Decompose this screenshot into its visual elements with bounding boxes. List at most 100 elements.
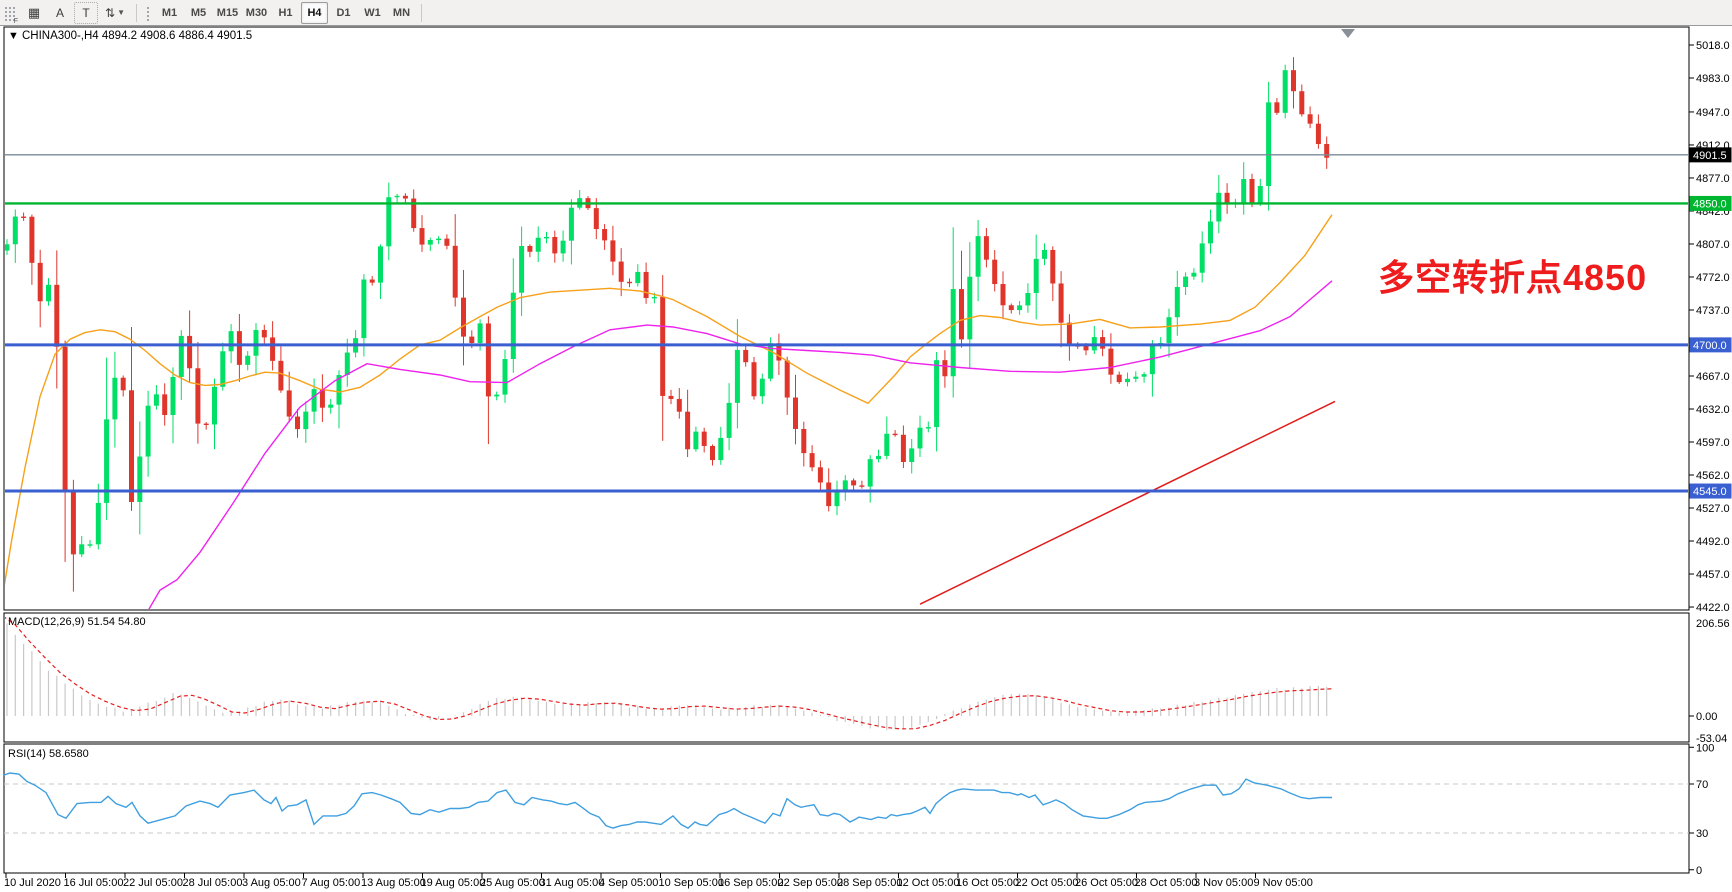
date-label: 16 Oct 05:00 bbox=[956, 877, 1019, 889]
candle-body bbox=[561, 241, 566, 254]
price-badge-label: 4901.5 bbox=[1693, 150, 1727, 162]
candle-body bbox=[544, 237, 549, 238]
chart-menu-icon[interactable]: ▼ bbox=[8, 30, 19, 42]
candle-body bbox=[38, 263, 43, 301]
candle-body bbox=[212, 387, 217, 425]
candle-body bbox=[303, 412, 308, 429]
price-tick-label: 4597.0 bbox=[1696, 437, 1730, 449]
date-label: 3 Nov 05:00 bbox=[1194, 877, 1253, 889]
candle-body bbox=[984, 236, 989, 260]
macd-panel-frame bbox=[4, 613, 1689, 742]
candle-body bbox=[735, 350, 740, 403]
candle-body bbox=[295, 417, 300, 430]
annotation-text[interactable]: 多空转折点4850 bbox=[1378, 257, 1647, 298]
candle-body bbox=[536, 238, 541, 252]
candle-body bbox=[934, 360, 939, 427]
price-tick-label: 4632.0 bbox=[1696, 404, 1730, 416]
candle-body bbox=[818, 467, 823, 482]
candle-body bbox=[195, 368, 200, 423]
candle-body bbox=[96, 503, 101, 544]
candle-body bbox=[627, 282, 632, 283]
candle-body bbox=[370, 280, 375, 283]
candle-body bbox=[420, 228, 425, 245]
candle-body bbox=[229, 331, 234, 351]
price-tick-label: 4527.0 bbox=[1696, 503, 1730, 515]
rsi-label: RSI(14) 58.6580 bbox=[8, 748, 89, 760]
candle-body bbox=[71, 492, 76, 554]
candle-body bbox=[345, 353, 350, 375]
candle-body bbox=[112, 378, 117, 420]
candle-body bbox=[1266, 102, 1271, 186]
date-label: 4 Sep 05:00 bbox=[599, 877, 658, 889]
candle-body bbox=[204, 424, 209, 425]
date-label: 26 Oct 05:00 bbox=[1075, 877, 1138, 889]
candle-body bbox=[1274, 102, 1279, 113]
date-label: 10 Sep 05:00 bbox=[659, 877, 724, 889]
candle-body bbox=[1283, 70, 1288, 113]
candle-body bbox=[220, 351, 225, 387]
date-label: 16 Jul 05:00 bbox=[64, 877, 124, 889]
date-label: 9 Nov 05:00 bbox=[1254, 877, 1313, 889]
candle-body bbox=[1167, 317, 1172, 343]
candle-body bbox=[494, 395, 499, 397]
candle-body bbox=[88, 544, 93, 545]
price-tick-label: 4877.0 bbox=[1696, 173, 1730, 185]
candle-body bbox=[1117, 375, 1122, 382]
candle-body bbox=[171, 377, 176, 415]
candle-body bbox=[926, 427, 931, 428]
candle-body bbox=[859, 485, 864, 486]
candle-body bbox=[1250, 179, 1255, 202]
candle-body bbox=[13, 217, 18, 245]
candle-body bbox=[1001, 284, 1006, 305]
date-label: 3 Aug 05:00 bbox=[242, 877, 301, 889]
candle-body bbox=[428, 240, 433, 245]
price-tick-label: 4457.0 bbox=[1696, 569, 1730, 581]
candle-body bbox=[1299, 91, 1304, 114]
candle-body bbox=[5, 244, 10, 250]
candle-body bbox=[1324, 144, 1329, 158]
main-panel-frame bbox=[4, 27, 1689, 610]
candle-body bbox=[29, 217, 34, 263]
date-label: 28 Oct 05:00 bbox=[1135, 877, 1198, 889]
candle-body bbox=[237, 331, 242, 365]
candle-body bbox=[677, 399, 682, 412]
candle-body bbox=[121, 378, 126, 391]
candle-body bbox=[378, 246, 383, 282]
candle-body bbox=[328, 405, 333, 408]
candle-body bbox=[851, 480, 856, 485]
candle-body bbox=[967, 277, 972, 340]
candle-body bbox=[660, 297, 665, 396]
candle-body bbox=[693, 432, 698, 450]
candle-body bbox=[395, 196, 400, 197]
price-tick-label: 4983.0 bbox=[1696, 73, 1730, 85]
candle-body bbox=[835, 492, 840, 506]
price-tick-label: 4667.0 bbox=[1696, 371, 1730, 383]
candle-body bbox=[486, 323, 491, 396]
candle-body bbox=[826, 482, 831, 506]
candle-body bbox=[270, 337, 275, 360]
candle-body bbox=[1316, 124, 1321, 144]
candle-body bbox=[610, 240, 615, 261]
chart-canvas[interactable]: ▼CHINA300-,H4 4894.2 4908.6 4886.4 4901.… bbox=[0, 0, 1732, 892]
candle-body bbox=[727, 403, 732, 438]
date-label: 31 Aug 05:00 bbox=[540, 877, 605, 889]
date-label: 19 Aug 05:00 bbox=[421, 877, 486, 889]
candle-body bbox=[644, 272, 649, 298]
candle-body bbox=[635, 272, 640, 283]
candle-body bbox=[1216, 193, 1221, 222]
candle-body bbox=[21, 217, 26, 218]
candle-body bbox=[79, 544, 84, 554]
date-label: 22 Jul 05:00 bbox=[123, 877, 183, 889]
price-tick-label: 4737.0 bbox=[1696, 305, 1730, 317]
rsi-scale-label: 0 bbox=[1696, 865, 1702, 877]
date-label: 7 Aug 05:00 bbox=[302, 877, 361, 889]
candle-body bbox=[361, 280, 366, 339]
candle-body bbox=[278, 361, 283, 391]
candle-body bbox=[1183, 277, 1188, 287]
candle-body bbox=[1200, 243, 1205, 272]
candle-body bbox=[478, 323, 483, 343]
candle-body bbox=[1191, 273, 1196, 277]
symbol-title: CHINA300-,H4 4894.2 4908.6 4886.4 4901.5 bbox=[22, 30, 252, 42]
candle-body bbox=[1175, 287, 1180, 317]
candle-body bbox=[1067, 323, 1072, 346]
